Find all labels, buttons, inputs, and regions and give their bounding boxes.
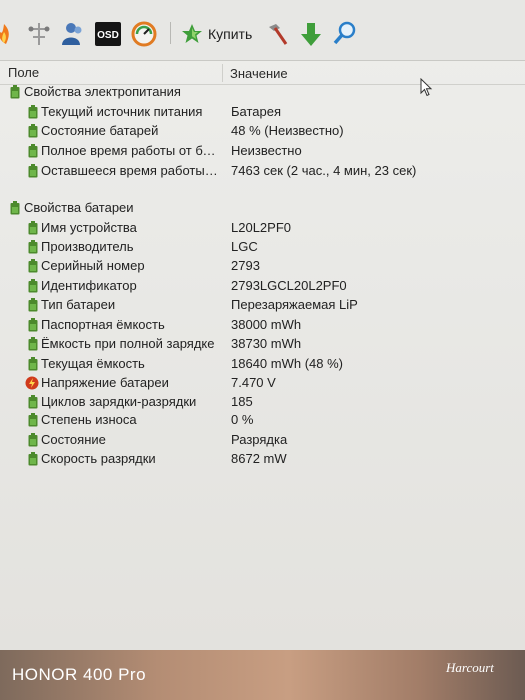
property-label: Ёмкость при полной зарядке	[41, 336, 215, 351]
property-label: Полное время работы от батареи	[41, 143, 219, 158]
property-row[interactable]: Состояние батарей 48 % (Неизвестно)	[0, 122, 525, 141]
property-value: 2793	[231, 258, 260, 273]
battery-icon	[28, 164, 38, 178]
property-value: LGC	[231, 239, 258, 254]
property-row[interactable]: Текущая ёмкость 18640 mWh (48 %)	[0, 355, 525, 374]
property-label: Серийный номер	[41, 258, 145, 273]
property-value: 7463 сек (2 час., 4 мин, 23 сек)	[231, 163, 417, 178]
property-row[interactable]: Полное время работы от батареи Неизвестно	[0, 142, 525, 161]
property-value: Перезаряжаемая LiP	[231, 297, 358, 312]
property-value: 0 %	[231, 412, 254, 427]
property-row[interactable]: Паспортная ёмкость 38000 mWh	[0, 316, 525, 335]
battery-icon	[28, 124, 38, 138]
property-value: 38730 mWh	[231, 336, 302, 351]
property-value: 38000 mWh	[231, 317, 302, 332]
battery-icon	[28, 413, 38, 427]
group-label: Свойства батареи	[24, 200, 134, 215]
network-icon[interactable]	[28, 20, 50, 48]
property-label: Состояние	[41, 432, 106, 447]
property-value: L20L2PF0	[231, 220, 291, 235]
battery-icon	[28, 318, 38, 332]
battery-icon	[28, 357, 38, 371]
battery-icon	[28, 221, 38, 235]
tools-icon[interactable]	[266, 20, 290, 48]
buy-label: Купить	[208, 26, 253, 42]
property-value: 48 % (Неизвестно)	[231, 123, 344, 138]
osd-icon[interactable]: OSD	[95, 20, 121, 48]
property-row[interactable]: Циклов зарядки-разрядки 185	[0, 393, 525, 412]
property-value: Разрядка	[231, 432, 288, 447]
voltage-icon	[25, 376, 39, 390]
property-label: Степень износа	[41, 412, 137, 427]
property-value: 185	[231, 394, 253, 409]
battery-icon	[28, 395, 38, 409]
property-row[interactable]: Оставшееся время работы от батареи 7463 с…	[0, 162, 525, 181]
group-label: Свойства электропитания	[24, 84, 181, 99]
toolbar-separator	[170, 22, 171, 44]
table-header: Поле Значение	[0, 62, 525, 85]
property-row[interactable]: Производитель LGC	[0, 238, 525, 257]
group-row[interactable]: Свойства батареи	[0, 199, 525, 218]
property-label: Идентификатор	[41, 278, 137, 293]
property-label: Состояние батарей	[41, 123, 159, 138]
battery-icon	[28, 298, 38, 312]
property-label: Циклов зарядки-разрядки	[41, 394, 197, 409]
battery-icon	[10, 85, 20, 99]
property-label: Тип батареи	[41, 297, 116, 312]
battery-icon	[28, 279, 38, 293]
property-value: 2793LGCL20L2PF0	[231, 278, 347, 293]
battery-icon	[10, 201, 20, 215]
gauge-icon[interactable]	[131, 20, 157, 48]
column-divider[interactable]	[222, 64, 223, 82]
property-label: Имя устройства	[41, 220, 137, 235]
property-label: Оставшееся время работы от батареи	[41, 163, 219, 178]
photo-logo: Harcourt	[446, 660, 494, 675]
battery-icon	[28, 144, 38, 158]
download-arrow-icon[interactable]	[300, 20, 322, 48]
property-value: Неизвестно	[231, 143, 302, 158]
property-value: 8672 mW	[231, 451, 287, 466]
property-label: Паспортная ёмкость	[41, 317, 165, 332]
battery-icon	[28, 337, 38, 351]
battery-icon	[28, 105, 38, 119]
column-header-value[interactable]: Значение	[230, 66, 288, 81]
column-header-field[interactable]: Поле	[8, 65, 39, 80]
property-label: Текущая ёмкость	[41, 356, 145, 371]
property-row[interactable]: Степень износа 0 %	[0, 411, 525, 430]
property-row[interactable]: Скорость разрядки 8672 mW	[0, 450, 525, 469]
group-row[interactable]: Свойства электропитания	[0, 83, 525, 102]
users-icon[interactable]	[60, 20, 84, 48]
property-row[interactable]: Состояние Разрядка	[0, 431, 525, 450]
battery-icon	[28, 240, 38, 254]
property-row[interactable]: Текущий источник питания Батарея	[0, 103, 525, 122]
property-label: Производитель	[41, 239, 134, 254]
property-row[interactable]: Имя устройства L20L2PF0	[0, 219, 525, 238]
buy-button[interactable]: Купить	[180, 20, 252, 48]
property-row[interactable]: Серийный номер 2793	[0, 257, 525, 276]
property-row[interactable]: Идентификатор 2793LGCL20L2PF0	[0, 277, 525, 296]
battery-icon	[28, 452, 38, 466]
svg-text:OSD: OSD	[97, 30, 119, 41]
screen-area: OSD Купить Поле Значение Свойства электр…	[0, 0, 525, 650]
buy-star-icon	[182, 24, 202, 43]
property-label: Текущий источник питания	[41, 104, 203, 119]
battery-icon	[28, 259, 38, 273]
property-row[interactable]: Тип батареи Перезаряжаемая LiP	[0, 296, 525, 315]
property-value: Батарея	[231, 104, 282, 119]
camera-watermark: HONOR 400 Pro	[12, 665, 147, 684]
property-label: Скорость разрядки	[41, 451, 156, 466]
toolbar: OSD Купить	[0, 0, 525, 61]
battery-icon	[28, 433, 38, 447]
property-value: 7.470 V	[231, 375, 276, 390]
property-label: Напряжение батареи	[41, 375, 169, 390]
property-row[interactable]: Ёмкость при полной зарядке 38730 mWh	[0, 335, 525, 354]
property-value: 18640 mWh (48 %)	[231, 356, 343, 371]
search-icon[interactable]	[333, 20, 357, 48]
property-row[interactable]: Напряжение батареи 7.470 V	[0, 374, 525, 393]
flame-icon[interactable]	[0, 20, 12, 48]
